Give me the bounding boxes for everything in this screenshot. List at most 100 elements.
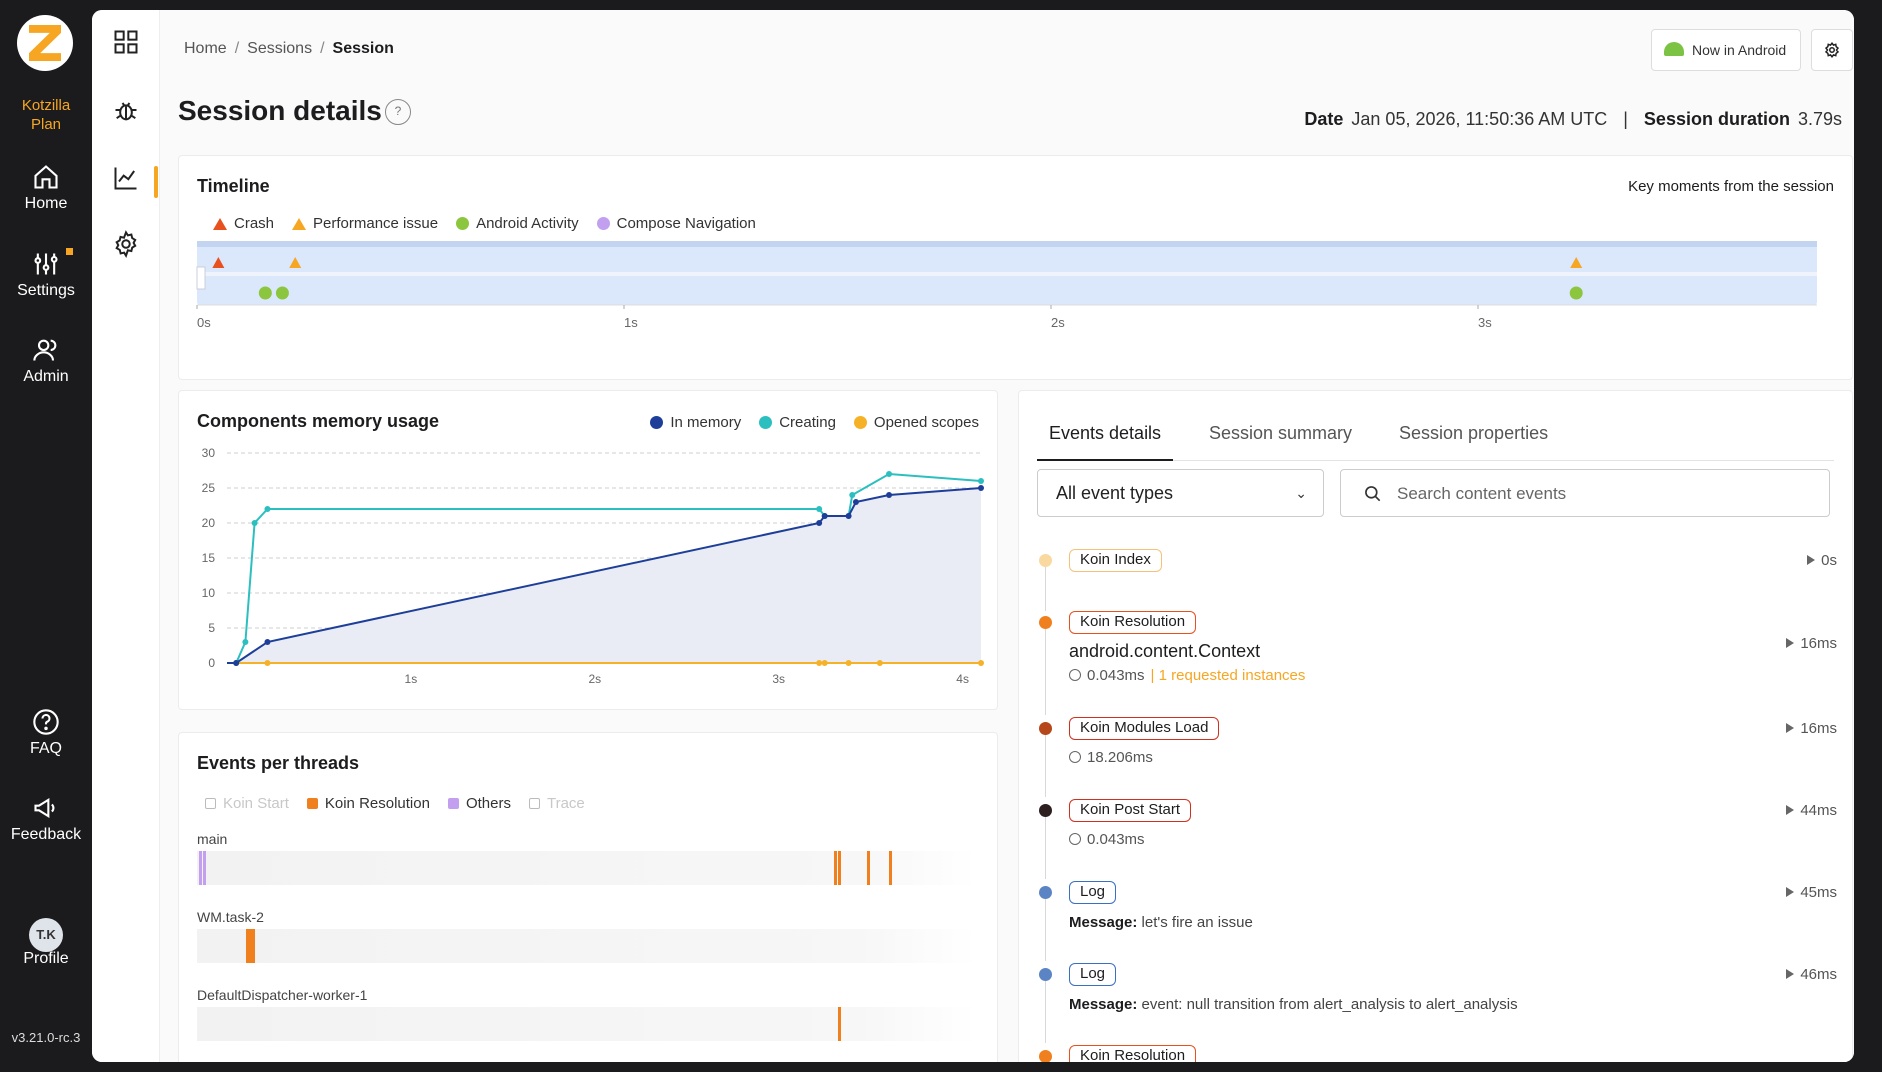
nav-admin[interactable]: Admin xyxy=(0,336,92,386)
legend-compose-navigation[interactable]: Compose Navigation xyxy=(596,215,756,232)
event-time-value: 0s xyxy=(1821,552,1837,569)
nav-settings[interactable]: Settings xyxy=(0,250,92,300)
tab-events-details[interactable]: Events details xyxy=(1037,423,1174,461)
version-label: v3.21.0-rc.3 xyxy=(11,1030,81,1045)
event-item[interactable]: Koin Index 0s xyxy=(1019,549,1849,615)
series-point xyxy=(845,513,852,519)
series-point xyxy=(845,660,852,666)
nav-settings-label: Settings xyxy=(17,282,75,299)
event-item[interactable]: Koin Resolution xyxy=(1019,1045,1849,1062)
breadcrumb-home[interactable]: Home xyxy=(184,40,227,57)
thread-bar[interactable] xyxy=(197,851,977,885)
threads-title: Events per threads xyxy=(197,753,360,773)
search-input[interactable] xyxy=(1397,482,1797,506)
play-icon xyxy=(1786,887,1795,897)
legend-creating[interactable]: Creating xyxy=(759,414,836,431)
legend-android-activity[interactable]: Android Activity xyxy=(456,215,579,232)
tab-session-properties[interactable]: Session properties xyxy=(1399,423,1548,461)
nav-feedback[interactable]: Feedback xyxy=(0,794,92,844)
thread-event-mark[interactable] xyxy=(889,851,893,885)
memory-legend: In memory Creating Opened scopes xyxy=(650,414,979,431)
event-connector xyxy=(1045,813,1046,879)
thread-event-mark[interactable] xyxy=(838,851,842,885)
message-label: Message: xyxy=(1069,914,1138,931)
others-square-icon xyxy=(447,798,459,809)
nav-home[interactable]: Home xyxy=(0,163,92,213)
legend-performance[interactable]: Performance issue xyxy=(292,215,438,232)
legend-opened-scopes[interactable]: Opened scopes xyxy=(853,414,979,431)
activity-marker xyxy=(275,286,289,300)
series-point xyxy=(821,660,828,666)
series-point xyxy=(264,660,271,666)
event-meta: 0.043ms xyxy=(1069,831,1145,848)
series-point xyxy=(233,660,240,666)
event-item[interactable]: Log Message: let's fire an issue 45ms xyxy=(1019,881,1849,965)
legend-in-memory[interactable]: In memory xyxy=(650,414,741,431)
event-item[interactable]: Log Message: event: null transition from… xyxy=(1019,963,1849,1047)
megaphone-icon xyxy=(34,797,55,819)
thread-event-mark[interactable] xyxy=(834,851,838,885)
bug-icon[interactable] xyxy=(112,96,140,124)
legend-koin-resolution-label: Koin Resolution xyxy=(324,795,430,812)
logo-mark xyxy=(29,25,61,61)
events-tabs: Events details Session summary Session p… xyxy=(1037,411,1834,461)
breadcrumb-sessions[interactable]: Sessions xyxy=(247,40,312,57)
sliders-icon xyxy=(34,253,58,275)
session-meta: Date Jan 05, 2026, 11:50:36 AM UTC | Sessio… xyxy=(1304,109,1842,130)
legend-crash[interactable]: Crash xyxy=(213,215,274,232)
legend-trace[interactable]: Trace xyxy=(528,795,585,812)
nav-profile[interactable]: Profile xyxy=(0,950,92,968)
event-duration: 18.206ms xyxy=(1087,749,1153,766)
app-selector-button[interactable]: Now in Android xyxy=(1651,29,1801,71)
gear-icon[interactable] xyxy=(112,230,140,258)
y-tick-label: 0 xyxy=(208,656,215,670)
series-point xyxy=(251,520,258,526)
thread-bar[interactable] xyxy=(197,929,977,963)
event-time-value: 16ms xyxy=(1800,635,1837,652)
memory-chart[interactable]: 0 5 10 15 20 25 30 1s 2s 3s 4s xyxy=(189,441,989,701)
message-label: Message: xyxy=(1069,996,1138,1013)
tab-session-summary[interactable]: Session summary xyxy=(1209,423,1352,461)
thread-event-mark[interactable] xyxy=(866,851,870,885)
event-time: 46ms xyxy=(1786,966,1837,983)
nav-faq[interactable]: FAQ xyxy=(0,708,92,758)
event-type-select[interactable]: All event types ⌄ xyxy=(1037,469,1324,517)
breadcrumb: Home / Sessions / Session xyxy=(184,40,394,57)
legend-in-memory-label: In memory xyxy=(670,414,742,431)
expand-sidebar-button[interactable] xyxy=(114,1012,134,1037)
x-tick-label: 1s xyxy=(405,672,418,686)
thread-event-mark[interactable] xyxy=(198,851,202,885)
series-area xyxy=(227,488,981,663)
play-icon xyxy=(1807,555,1816,565)
event-meta: 0.043ms | 1 requested instances xyxy=(1069,667,1305,684)
threads-card: Events per threads Koin Start Koin Resol… xyxy=(178,732,998,1062)
threads-legend: Koin Start Koin Resolution Others Trace xyxy=(205,795,585,812)
event-item[interactable]: Koin Modules Load 18.206ms 16ms xyxy=(1019,717,1849,801)
event-item[interactable]: Koin Post Start 0.043ms 44ms xyxy=(1019,799,1849,883)
question-circle-icon xyxy=(33,709,59,735)
legend-others[interactable]: Others xyxy=(447,795,511,812)
timeline-track[interactable]: 0s 1s 2s 3s xyxy=(191,241,1836,371)
nav-profile-label: Profile xyxy=(23,950,69,967)
plan-label: Kotzilla Plan xyxy=(0,96,92,134)
event-dot xyxy=(1039,616,1052,629)
navigation-dot-icon xyxy=(596,217,610,230)
legend-koin-resolution[interactable]: Koin Resolution xyxy=(306,795,430,812)
event-duration: 0.043ms xyxy=(1087,667,1145,684)
thread-event-mark[interactable] xyxy=(250,929,256,963)
content-area: Home / Sessions / Session Session details ? … xyxy=(160,10,1854,1062)
search-icon xyxy=(1365,486,1381,502)
dashboard-icon[interactable] xyxy=(112,28,140,56)
thread-bar[interactable] xyxy=(197,1007,977,1041)
avatar[interactable]: T.K xyxy=(29,918,63,952)
thread-event-mark[interactable] xyxy=(202,851,206,885)
kotzilla-logo[interactable] xyxy=(17,15,73,71)
thread-event-mark[interactable] xyxy=(838,1007,842,1041)
event-item[interactable]: Koin Resolution android.content.Context … xyxy=(1019,611,1849,721)
settings-button[interactable] xyxy=(1811,29,1853,71)
event-dot xyxy=(1039,886,1052,899)
legend-koin-start[interactable]: Koin Start xyxy=(205,795,289,812)
y-tick-label: 25 xyxy=(202,481,216,495)
help-icon[interactable]: ? xyxy=(385,99,411,125)
analytics-icon[interactable] xyxy=(112,164,140,192)
